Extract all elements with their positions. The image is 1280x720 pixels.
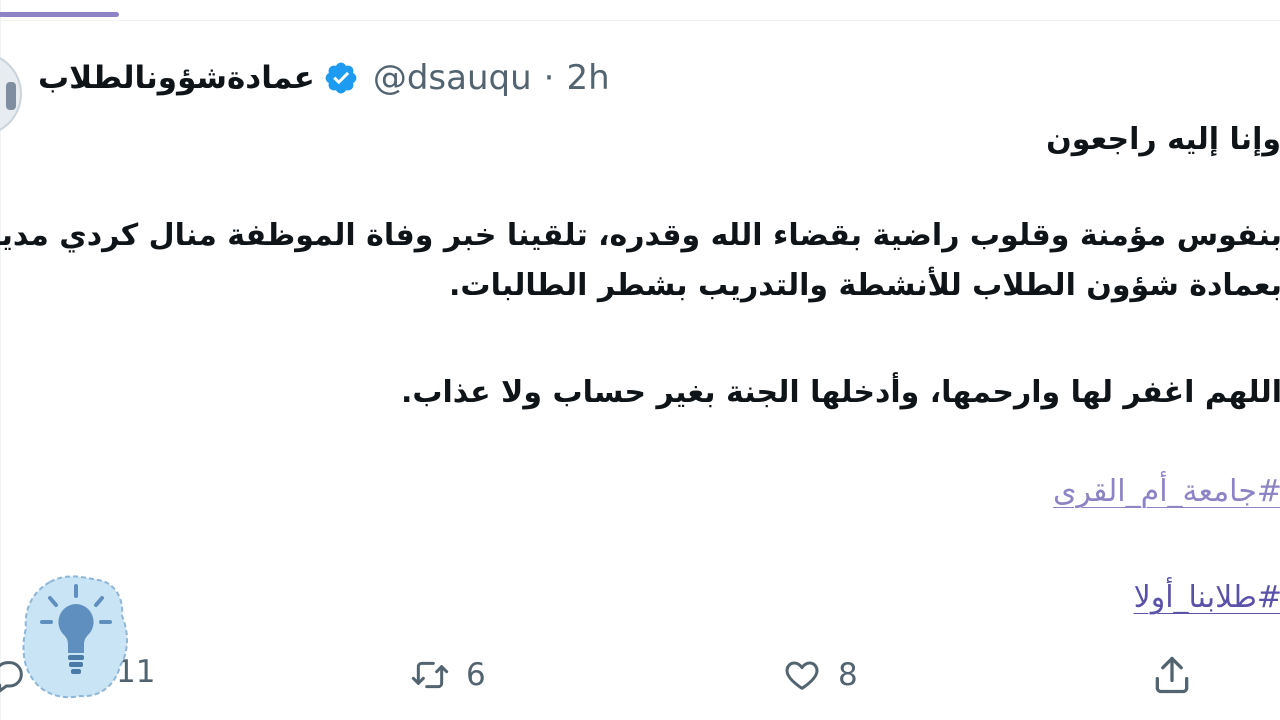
share-button[interactable] (1150, 650, 1194, 700)
retweet-icon (408, 655, 452, 695)
tweet-line: اللهم اغفر لها وارحمها، وأدخلها الجنة بغ… (400, 375, 1280, 410)
tweet-page: عمادةشؤونالطلاب @dsauqu · 2h وإنا إليه ر… (0, 0, 1280, 720)
tweet-line: وإنا إليه راجعون (1046, 122, 1280, 157)
retweet-count: 6 (466, 657, 486, 693)
like-button[interactable]: 8 (780, 650, 858, 700)
hashtag-link[interactable]: #جامعة_أم_القرى (1053, 474, 1280, 509)
hashtag-link[interactable]: #طلابنا_أولا (1134, 580, 1280, 615)
like-count: 8 (838, 657, 858, 693)
lightbulb-icon[interactable] (20, 574, 132, 704)
tweet-text: وإنا إليه راجعون بنفوس مؤمنة وقلوب راضية… (0, 0, 1280, 615)
share-icon (1150, 653, 1194, 697)
tweet-line: بنفوس مؤمنة وقلوب راضية بقضاء الله وقدره… (0, 218, 1280, 253)
tweet-line: بعمادة شؤون الطلاب للأنشطة والتدريب بشطر… (449, 268, 1280, 303)
retweet-button[interactable]: 6 (408, 650, 486, 700)
heart-icon (780, 655, 824, 695)
